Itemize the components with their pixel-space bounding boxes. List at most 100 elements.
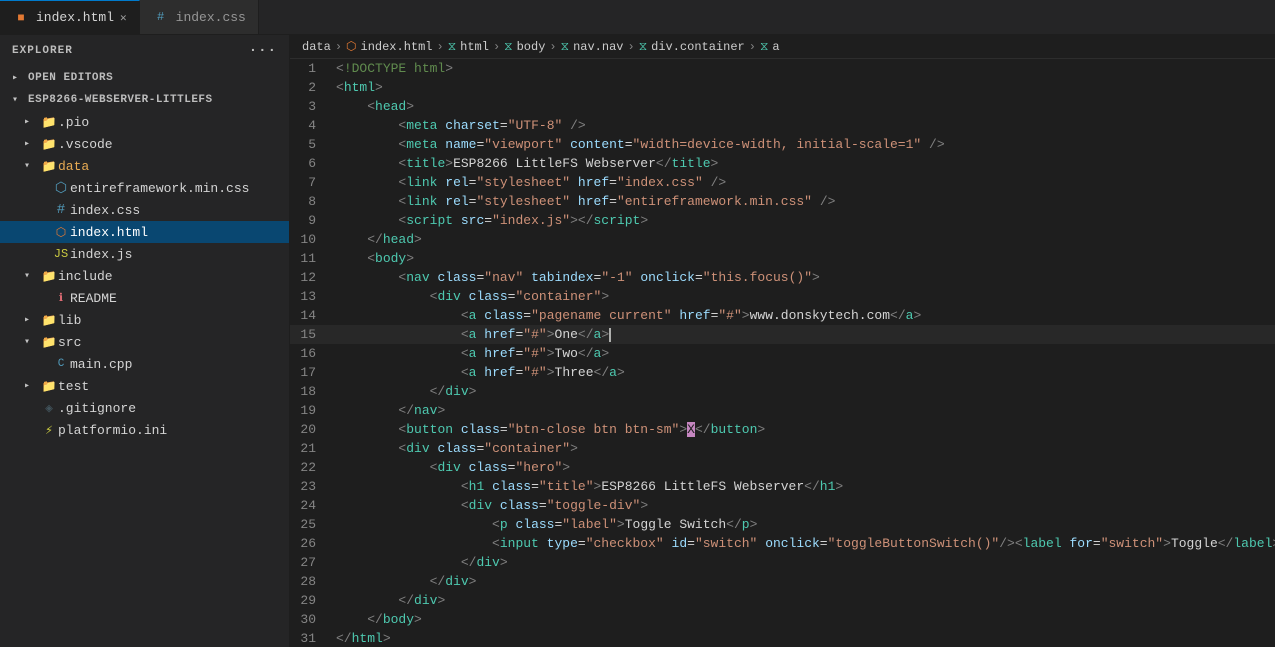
sidebar-title: EXPLORER bbox=[12, 45, 73, 57]
sidebar-item-indexcss[interactable]: # index.css bbox=[0, 199, 289, 221]
code-line-16[interactable]: 16 <a href="#">Two</a> bbox=[290, 344, 1275, 363]
code-line-23[interactable]: 23 <h1 class="title">ESP8266 LittleFS We… bbox=[290, 477, 1275, 496]
code-line-6[interactable]: 6 <title>ESP8266 LittleFS Webserver</tit… bbox=[290, 154, 1275, 173]
sidebar-item-readme[interactable]: ℹ README bbox=[0, 287, 289, 309]
code-line-13[interactable]: 13 <div class="container"> bbox=[290, 287, 1275, 306]
line-content-24: <div class="toggle-div"> bbox=[332, 496, 1275, 515]
more-icon[interactable]: ··· bbox=[249, 43, 277, 59]
bc-a-icon: ⧖ bbox=[760, 40, 768, 54]
code-line-1[interactable]: 1<!DOCTYPE html> bbox=[290, 59, 1275, 78]
code-line-2[interactable]: 2<html> bbox=[290, 78, 1275, 97]
line-content-7: <link rel="stylesheet" href="index.css" … bbox=[332, 173, 1275, 192]
line-number-24: 24 bbox=[290, 496, 332, 515]
tab-close-button[interactable]: ✕ bbox=[120, 11, 127, 25]
sidebar-item-entireframework[interactable]: ⬡ entireframework.min.css bbox=[0, 177, 289, 199]
bc-a: a bbox=[772, 40, 779, 54]
line-number-23: 23 bbox=[290, 477, 332, 496]
indexcss-icon: # bbox=[52, 202, 70, 218]
indexhtml-icon: ⬡ bbox=[52, 225, 70, 240]
sidebar-item-lib[interactable]: 📁 lib bbox=[0, 309, 289, 331]
sidebar-item-test[interactable]: 📁 test bbox=[0, 375, 289, 397]
code-line-15[interactable]: 15 <a href="#">One</a> bbox=[290, 325, 1275, 344]
code-line-28[interactable]: 28 </div> bbox=[290, 572, 1275, 591]
code-line-21[interactable]: 21 <div class="container"> bbox=[290, 439, 1275, 458]
line-number-4: 4 bbox=[290, 116, 332, 135]
sidebar-item-platformio[interactable]: ⚡ platformio.ini bbox=[0, 419, 289, 441]
line-number-19: 19 bbox=[290, 401, 332, 420]
code-line-20[interactable]: 20 <button class="btn-close btn btn-sm">… bbox=[290, 420, 1275, 439]
indexjs-label: index.js bbox=[70, 247, 132, 262]
sidebar-project-root[interactable]: ESP8266-WEBSERVER-LITTLEFS bbox=[0, 89, 289, 111]
line-content-28: </div> bbox=[332, 572, 1275, 591]
code-line-4[interactable]: 4 <meta charset="UTF-8" /> bbox=[290, 116, 1275, 135]
open-editors-arrow bbox=[12, 72, 28, 84]
code-line-31[interactable]: 31</html> bbox=[290, 629, 1275, 647]
sidebar-item-data[interactable]: 📁 data bbox=[0, 155, 289, 177]
code-line-7[interactable]: 7 <link rel="stylesheet" href="index.css… bbox=[290, 173, 1275, 192]
code-editor[interactable]: 1<!DOCTYPE html>2<html>3 <head>4 <meta c… bbox=[290, 59, 1275, 647]
line-content-2: <html> bbox=[332, 78, 1275, 97]
code-line-3[interactable]: 3 <head> bbox=[290, 97, 1275, 116]
line-number-16: 16 bbox=[290, 344, 332, 363]
code-line-9[interactable]: 9 <script src="index.js"></script> bbox=[290, 211, 1275, 230]
line-content-17: <a href="#">Three</a> bbox=[332, 363, 1275, 382]
sidebar-item-maincpp[interactable]: C main.cpp bbox=[0, 353, 289, 375]
line-number-27: 27 bbox=[290, 553, 332, 572]
code-line-11[interactable]: 11 <body> bbox=[290, 249, 1275, 268]
sidebar-item-indexjs[interactable]: JS index.js bbox=[0, 243, 289, 265]
code-line-18[interactable]: 18 </div> bbox=[290, 382, 1275, 401]
code-line-14[interactable]: 14 <a class="pagename current" href="#">… bbox=[290, 306, 1275, 325]
sidebar-item-include[interactable]: 📁 include bbox=[0, 265, 289, 287]
sidebar-item-pio[interactable]: 📁 .pio bbox=[0, 111, 289, 133]
bc-sep6: › bbox=[749, 40, 756, 54]
sidebar: EXPLORER ··· OPEN EDITORS ESP8266-WEBSER… bbox=[0, 35, 290, 647]
line-content-10: </head> bbox=[332, 230, 1275, 249]
code-line-12[interactable]: 12 <nav class="nav" tabindex="-1" onclic… bbox=[290, 268, 1275, 287]
include-arrow bbox=[24, 270, 40, 282]
pio-arrow bbox=[24, 116, 40, 128]
line-number-9: 9 bbox=[290, 211, 332, 230]
vscode-folder-icon: 📁 bbox=[40, 137, 58, 152]
code-line-8[interactable]: 8 <link rel="stylesheet" href="entirefra… bbox=[290, 192, 1275, 211]
readme-label: README bbox=[70, 291, 117, 306]
sidebar-item-vscode[interactable]: 📁 .vscode bbox=[0, 133, 289, 155]
line-content-11: <body> bbox=[332, 249, 1275, 268]
test-label: test bbox=[58, 379, 89, 394]
line-number-15: 15 bbox=[290, 325, 332, 344]
code-line-5[interactable]: 5 <meta name="viewport" content="width=d… bbox=[290, 135, 1275, 154]
code-line-19[interactable]: 19 </nav> bbox=[290, 401, 1275, 420]
sidebar-item-indexhtml[interactable]: ⬡ index.html bbox=[0, 221, 289, 243]
code-line-17[interactable]: 17 <a href="#">Three</a> bbox=[290, 363, 1275, 382]
code-line-29[interactable]: 29 </div> bbox=[290, 591, 1275, 610]
sidebar-section-open-editors[interactable]: OPEN EDITORS bbox=[0, 67, 289, 89]
line-number-28: 28 bbox=[290, 572, 332, 591]
bc-nav-icon: ⧖ bbox=[561, 40, 569, 54]
code-line-30[interactable]: 30 </body> bbox=[290, 610, 1275, 629]
bc-htmltag-icon: ⧖ bbox=[448, 40, 456, 54]
text-cursor bbox=[609, 327, 611, 342]
tab-indexhtml[interactable]: ■ index.html ✕ bbox=[0, 0, 140, 34]
code-line-27[interactable]: 27 </div> bbox=[290, 553, 1275, 572]
line-content-3: <head> bbox=[332, 97, 1275, 116]
code-line-24[interactable]: 24 <div class="toggle-div"> bbox=[290, 496, 1275, 515]
line-content-20: <button class="btn-close btn btn-sm">X</… bbox=[332, 420, 1275, 439]
line-content-12: <nav class="nav" tabindex="-1" onclick="… bbox=[332, 268, 1275, 287]
bc-sep3: › bbox=[493, 40, 500, 54]
sidebar-item-gitignore[interactable]: ◈ .gitignore bbox=[0, 397, 289, 419]
code-line-10[interactable]: 10 </head> bbox=[290, 230, 1275, 249]
line-content-29: </div> bbox=[332, 591, 1275, 610]
gitignore-icon: ◈ bbox=[40, 401, 58, 416]
line-content-23: <h1 class="title">ESP8266 LittleFS Webse… bbox=[332, 477, 1275, 496]
project-root-label: ESP8266-WEBSERVER-LITTLEFS bbox=[28, 94, 213, 106]
code-line-25[interactable]: 25 <p class="label">Toggle Switch</p> bbox=[290, 515, 1275, 534]
code-line-22[interactable]: 22 <div class="hero"> bbox=[290, 458, 1275, 477]
code-line-26[interactable]: 26 <input type="checkbox" id="switch" on… bbox=[290, 534, 1275, 553]
line-content-30: </body> bbox=[332, 610, 1275, 629]
bc-divcontainer: div.container bbox=[651, 40, 745, 54]
gitignore-label: .gitignore bbox=[58, 401, 136, 416]
lib-arrow bbox=[24, 314, 40, 326]
src-arrow bbox=[24, 336, 40, 348]
line-number-30: 30 bbox=[290, 610, 332, 629]
sidebar-item-src[interactable]: 📁 src bbox=[0, 331, 289, 353]
tab-indexcss[interactable]: # index.css bbox=[140, 0, 259, 34]
